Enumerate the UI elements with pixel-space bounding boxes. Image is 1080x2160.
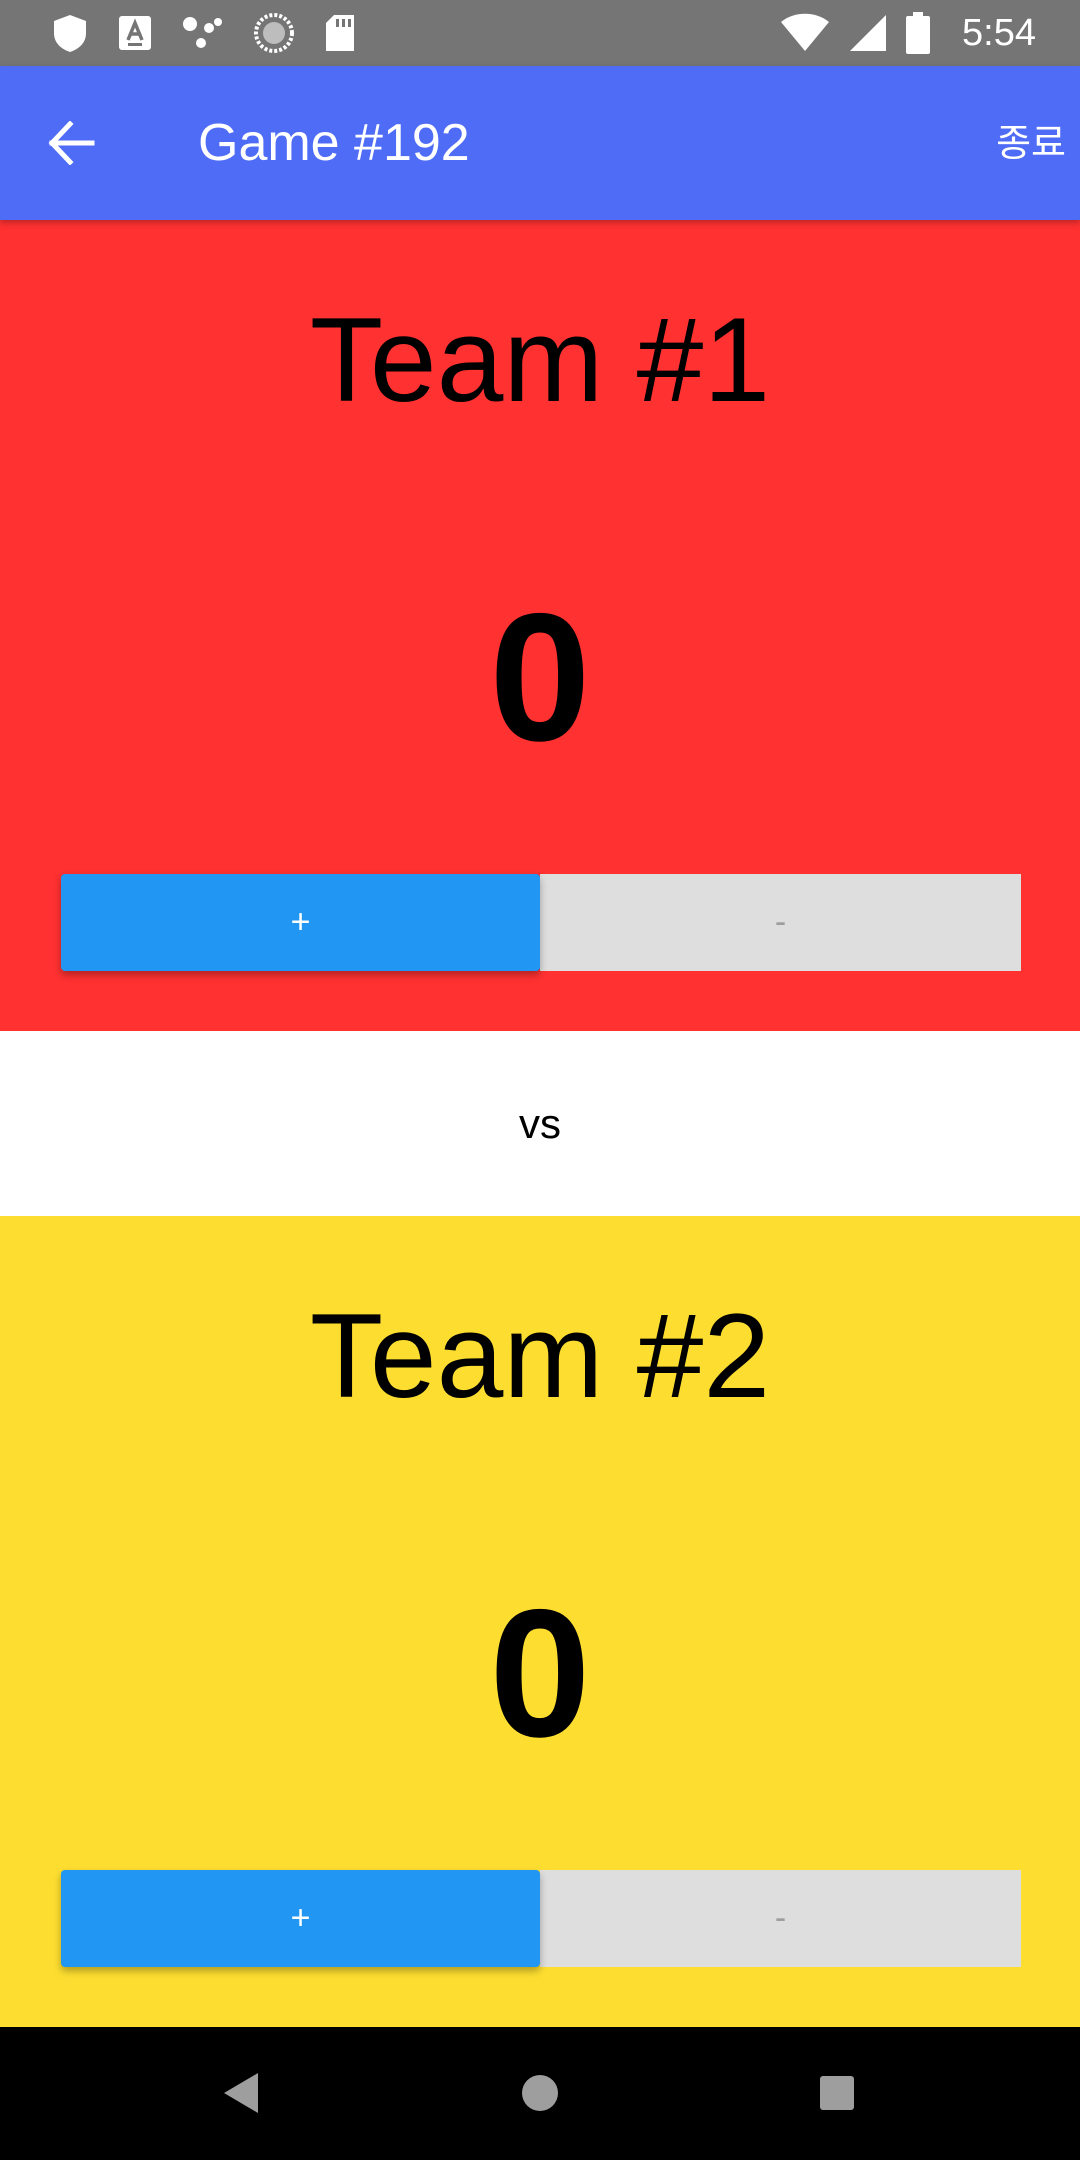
app-bar: Game #192 종료 — [0, 66, 1080, 220]
text-a-icon — [119, 16, 151, 50]
cell-signal-icon — [850, 15, 887, 51]
team-2-minus-button[interactable]: - — [540, 1870, 1021, 1967]
team-2-button-row: + - — [61, 1870, 1021, 1967]
sd-card-icon — [326, 15, 354, 51]
progress-ring-icon — [254, 13, 294, 53]
status-bar: 5:54 — [0, 0, 1080, 66]
nav-home-icon — [522, 2075, 558, 2111]
vs-label: vs — [519, 1099, 561, 1147]
arrow-left-icon — [48, 121, 95, 165]
team-1-button-row: + - — [61, 874, 1021, 971]
team-1-plus-button[interactable]: + — [61, 874, 540, 971]
shield-icon — [54, 15, 86, 52]
status-left-icons — [52, 13, 356, 53]
status-right-icons: 5:54 — [780, 10, 1036, 56]
nav-recents-icon — [820, 2076, 854, 2110]
status-time: 5:54 — [962, 11, 1036, 54]
nav-back-icon — [224, 2073, 258, 2113]
battery-icon — [906, 12, 931, 54]
end-game-button[interactable]: 종료 — [996, 66, 1066, 220]
screen: 5:54 Game #192 종료 Team #1 0 + - vs Team … — [0, 0, 1080, 2160]
wifi-icon — [781, 13, 830, 51]
team-2-plus-button[interactable]: + — [61, 1870, 540, 1967]
nav-home-button[interactable] — [508, 2061, 572, 2125]
team-2-name: Team #2 — [309, 1289, 771, 1423]
team-1-minus-button[interactable]: - — [540, 874, 1021, 971]
back-button[interactable] — [40, 111, 104, 175]
team-2-panel: Team #2 0 + - — [0, 1216, 1080, 2027]
team-1-score: 0 — [489, 575, 591, 779]
team-1-name: Team #1 — [309, 293, 771, 427]
assistant-dots-icon — [183, 17, 222, 48]
team-2-score: 0 — [489, 1571, 591, 1775]
nav-recents-button[interactable] — [805, 2061, 869, 2125]
vs-section: vs — [0, 1031, 1080, 1216]
page-title: Game #192 — [198, 114, 470, 172]
nav-back-button[interactable] — [210, 2061, 274, 2125]
navigation-bar — [0, 2027, 1080, 2160]
team-1-panel: Team #1 0 + - — [0, 220, 1080, 1031]
